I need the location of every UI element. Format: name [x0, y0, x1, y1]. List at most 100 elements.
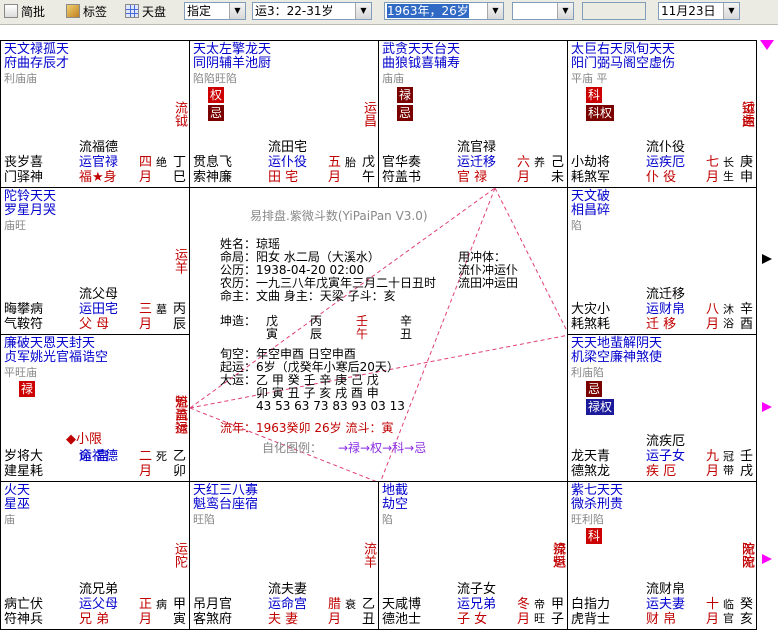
sihua-badge: 禄: [19, 381, 36, 397]
sheng-status: 冠: [723, 450, 734, 463]
sihua-badge: 忌: [397, 105, 414, 121]
yun-select[interactable]: 运3：22-31岁 ▼: [252, 2, 372, 20]
brief-icon: [4, 4, 18, 18]
shensha: 小劫将: [571, 155, 611, 170]
stars-top: 地截: [382, 483, 409, 498]
stars-top: 武贪天天台天: [382, 42, 461, 57]
ben-palace: 夫 妻: [268, 612, 299, 627]
liu-star: 运昌: [361, 101, 376, 127]
liu-star: 流钺: [172, 101, 187, 127]
stars-bottom: 罗星月哭: [4, 203, 57, 218]
shensha: 官华奏: [382, 155, 422, 170]
age-a: 九: [706, 449, 720, 464]
zhi-4: 丑: [400, 327, 413, 341]
shensha: 天咸博: [382, 597, 422, 612]
ben-palace: 财 帛: [646, 612, 677, 627]
gan: 戊: [362, 155, 376, 170]
ben-palace: 福★身: [79, 170, 117, 185]
jianpi-button[interactable]: 简批: [4, 3, 45, 21]
tianpan-button[interactable]: 天盘: [125, 3, 166, 21]
zhi: 子: [551, 612, 565, 627]
palace-zi[interactable]: 地截 劫空陷流运 禄魁 流子女 运兄弟子 女天咸博 德池士冬月帝旺甲子: [378, 481, 568, 630]
ben-palace: 疾 厄: [646, 464, 677, 479]
brightness: 陷: [571, 219, 582, 232]
palace-xu[interactable]: 天天地蜚解阴天 机梁空廉神煞使 利庙陷忌禄权 流疾厄 运子女疾 厄 龙天青 德煞龙 九月冠带壬…: [567, 334, 757, 482]
shensha-2: 建星耗: [4, 464, 44, 479]
chong-2: 流田冲运田: [458, 276, 519, 290]
palace-mao[interactable]: 廉破天恩天封天 贞军姚光官福诰空 平旺庙禄流流运 魁昌禄 ◆小限命 宫运福德 岁将大 建星耗…: [0, 334, 190, 482]
palace-si[interactable]: 天文禄孤天 府曲存辰才 利庙庙 流钺 流福德 运官禄 福★身 丧岁喜 门驿神 四月绝丁巳: [0, 40, 190, 188]
palace-chou[interactable]: 天红三八寡 魁鸾台座宿 旺陷 流羊 流夫妻 运命宫夫 妻 吊月官 客煞府 腊月衰乙丑: [189, 481, 379, 630]
chevron-down-icon: ▼: [229, 3, 245, 19]
yun-palace: 运迁移: [457, 155, 497, 170]
sheng-status-2: 生: [723, 170, 734, 183]
gan: 丙: [173, 302, 187, 317]
zhi: 寅: [173, 612, 187, 627]
gan: 己: [551, 155, 565, 170]
ziwei-chart: 天文禄孤天 府曲存辰才 利庙庙 流钺 流福德 运官禄 福★身 丧岁喜 门驿神四月绝丁巳 天太左擎…: [0, 40, 774, 630]
palace-you[interactable]: 天文破 相昌碎陷流迁移 运财帛迁 移 大灾小 耗煞耗 八月沐浴辛酉: [567, 187, 757, 335]
palace-shen[interactable]: 太巨右天凤旬天天 阳门弼马阁空虚伤 平庙 平科科权 运运 钺曲 流仆役 运疾厄仆 役小劫将耗…: [567, 40, 757, 188]
shensha: 白指力: [571, 597, 611, 612]
sheng-status: 胎: [345, 156, 356, 169]
stars-top: 廉破天恩天封天: [4, 336, 96, 351]
age-b: 月: [328, 170, 342, 185]
shensha: 大灾小: [571, 302, 611, 317]
zhi-1: 寅: [266, 327, 279, 341]
biaoqian-button[interactable]: 标签: [66, 3, 107, 21]
age-a: 三: [139, 302, 153, 317]
sheng-status: 帝: [534, 598, 545, 611]
age-b: 月: [706, 464, 720, 479]
brightness: 庙旺: [4, 219, 26, 232]
liu-star-2: 钺曲: [739, 101, 754, 127]
palace-yin[interactable]: 火天 星巫庙运陀 流兄弟 运父母兄 弟 病亡伏 符神兵 正月病甲寅: [0, 481, 190, 630]
sheng-status: 病: [156, 598, 167, 611]
date-select[interactable]: 11月23日 ▼: [658, 2, 740, 20]
stars-bottom: 同阴辅羊池厨: [193, 56, 272, 71]
palace-wei[interactable]: 武贪天天台天 曲狼钺喜辅寿 庙庙禄忌流官禄 运迁移官 禄 官华奏 符盖书 六月养己未: [378, 40, 568, 188]
shensha-2: 耗煞耗: [571, 317, 611, 332]
age-a: 四: [139, 155, 153, 170]
gan: 辛: [740, 302, 754, 317]
zhi: 亥: [740, 612, 754, 627]
age-b: 月: [139, 464, 153, 479]
sihua-badge: 忌: [586, 381, 603, 397]
shensha-2: 德煞龙: [571, 464, 611, 479]
shensha: 晦攀病: [4, 302, 44, 317]
ben-palace: 父 母: [79, 317, 110, 332]
yun-palace-2: 运福德: [79, 449, 119, 464]
year-select[interactable]: 1963年，26岁 ▼: [384, 2, 504, 20]
palace-wu[interactable]: 天太左擎龙天 同阴辅羊池厨 陷陷旺陷权忌 运昌 流田宅 运仆役田 宅 贯息飞 索神廉 五月胎戊午: [189, 40, 379, 188]
stars-bottom: 劫空: [382, 497, 409, 512]
ben-palace: 迁 移: [646, 317, 677, 332]
zhi: 午: [362, 170, 376, 185]
mode-select[interactable]: 指定 ▼: [184, 2, 246, 20]
zhi-3: 午: [356, 327, 369, 341]
yun-palace: 运官禄: [79, 155, 119, 170]
age-a: 五: [328, 155, 342, 170]
palace-hai[interactable]: 紫七天天 微杀刑贵 旺利陷科流流 陀陀 流财帛 运夫妻财 帛白指力 虎背士十月临官癸亥: [567, 481, 757, 630]
yun-palace: 运田宅: [79, 302, 119, 317]
palace-chen[interactable]: 陀铃天天 罗星月哭 庙旺 运羊 流父母 运田宅父 母 晦攀病 气鞍符 三月墓丙辰: [0, 187, 190, 335]
shensha-2: 德池士: [382, 612, 422, 627]
sheng-status: 衰: [345, 598, 356, 611]
zhi: 申: [740, 170, 754, 185]
shensha-2: 门驿神: [4, 170, 44, 185]
extra-select[interactable]: ▼: [512, 2, 574, 20]
gan: 乙: [362, 597, 376, 612]
ben-palace: 兄 弟: [79, 612, 110, 627]
stars-bottom: 相昌碎: [571, 203, 611, 218]
brightness: 庙庙: [382, 72, 404, 85]
zihua-legend: →禄→权→科→忌: [338, 441, 427, 455]
brightness: 庙: [4, 513, 15, 526]
blank-field[interactable]: [582, 2, 646, 20]
sheng-status: 养: [534, 156, 545, 169]
stars-top: 火天: [4, 483, 31, 498]
shensha: 病亡伏: [4, 597, 44, 612]
sihua-badge: 忌: [208, 105, 225, 121]
grid-icon: [125, 4, 139, 18]
shensha: 贯息飞: [193, 155, 233, 170]
sihua-badge: 禄: [397, 87, 414, 103]
brightness: 旺陷: [193, 513, 215, 526]
center-title: 易排盘.紫微斗数(YiPaiPan V3.0): [250, 209, 428, 223]
